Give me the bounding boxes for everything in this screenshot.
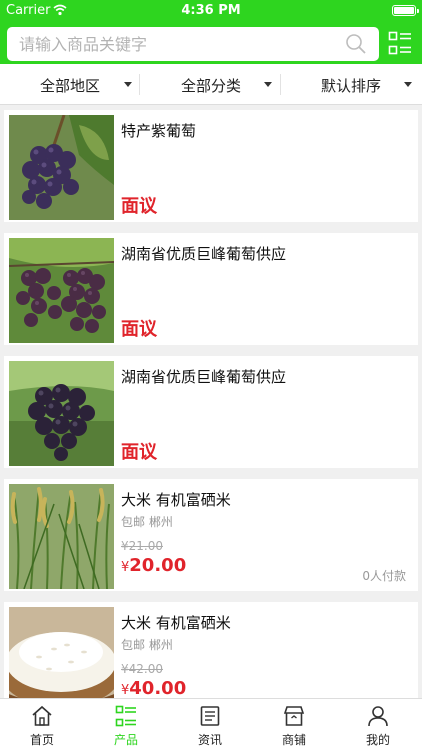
- status-bar: Carrier 4:36 PM: [0, 0, 422, 22]
- clock: 4:36 PM: [181, 3, 241, 18]
- category-menu-icon[interactable]: [388, 31, 412, 55]
- filter-category[interactable]: 全部分类: [141, 64, 281, 105]
- search-icon[interactable]: [345, 33, 367, 55]
- product-image-purple-grapes: [9, 115, 114, 220]
- product-price: 面议: [121, 319, 157, 340]
- filter-bar: 全部地区 全部分类 默认排序: [0, 64, 422, 105]
- tab-products-label: 产品: [113, 733, 138, 747]
- divider: [139, 74, 140, 95]
- filter-region[interactable]: 全部地区: [0, 64, 140, 105]
- product-list: 特产紫葡萄 面议 湖南省优质巨峰葡萄供应 面议 湖南省优质巨峰葡萄供应 面议 大…: [0, 106, 422, 698]
- home-icon: [32, 705, 52, 726]
- product-price: 面议: [121, 442, 157, 463]
- product-list-icon: [115, 705, 136, 727]
- original-price: ¥21.00: [121, 539, 163, 553]
- sales-count: 0人付款: [362, 569, 406, 583]
- price-value: 20.00: [129, 555, 187, 576]
- product-price: 面议: [121, 196, 157, 217]
- product-price: ¥20.00: [121, 555, 186, 576]
- product-title: 特产紫葡萄: [121, 122, 197, 140]
- product-image-rice-plants: [9, 484, 114, 589]
- top-bar: Carrier 4:36 PM: [0, 0, 422, 64]
- search-box: [7, 27, 379, 61]
- product-title: 湖南省优质巨峰葡萄供应: [121, 245, 287, 263]
- tab-me[interactable]: 我的: [336, 699, 420, 750]
- product-tags: 包邮 郴州: [121, 515, 173, 529]
- divider: [280, 74, 281, 95]
- tab-me-label: 我的: [365, 733, 390, 747]
- tab-home[interactable]: 首页: [0, 699, 84, 750]
- person-icon: [368, 706, 388, 727]
- tab-home-label: 首页: [29, 733, 54, 747]
- product-title: 大米 有机富硒米: [121, 614, 231, 632]
- product-price: ¥40.00: [121, 678, 186, 698]
- product-title: 湖南省优质巨峰葡萄供应: [121, 368, 287, 386]
- filter-region-label: 全部地区: [40, 77, 101, 95]
- filter-sort[interactable]: 默认排序: [282, 64, 422, 105]
- chevron-down-icon: [124, 82, 132, 87]
- product-item[interactable]: 特产紫葡萄 面议: [4, 110, 418, 222]
- filter-sort-label: 默认排序: [321, 77, 382, 95]
- tab-news[interactable]: 资讯: [168, 699, 252, 750]
- product-item[interactable]: 湖南省优质巨峰葡萄供应 面议: [4, 356, 418, 468]
- original-price: ¥42.00: [121, 662, 163, 676]
- price-value: 40.00: [129, 678, 187, 698]
- product-item[interactable]: 大米 有机富硒米 包邮 郴州 ¥42.00 ¥40.00: [4, 602, 418, 698]
- tab-shop[interactable]: 商铺: [252, 699, 336, 750]
- product-item[interactable]: 湖南省优质巨峰葡萄供应 面议: [4, 233, 418, 345]
- chevron-down-icon: [404, 82, 412, 87]
- shop-icon: [283, 706, 305, 726]
- tab-products[interactable]: 产品: [84, 699, 168, 750]
- product-item[interactable]: 大米 有机富硒米 包邮 郴州 ¥21.00 ¥20.00 0人付款: [4, 479, 418, 591]
- tab-bar: 首页 产品 资讯 商铺 我的: [0, 698, 422, 750]
- tab-shop-label: 商铺: [281, 733, 306, 747]
- battery-icon: [392, 5, 419, 16]
- search-input[interactable]: [7, 27, 337, 61]
- product-image-grape-bunch: [9, 361, 114, 466]
- product-image-rice-basket: [9, 607, 114, 698]
- chevron-down-icon: [264, 82, 272, 87]
- product-tags: 包邮 郴州: [121, 638, 173, 652]
- filter-category-label: 全部分类: [181, 77, 242, 95]
- product-title: 大米 有机富硒米: [121, 491, 231, 509]
- tab-news-label: 资讯: [197, 733, 222, 747]
- news-icon: [200, 706, 220, 726]
- product-image-kyoho-grapes: [9, 238, 114, 343]
